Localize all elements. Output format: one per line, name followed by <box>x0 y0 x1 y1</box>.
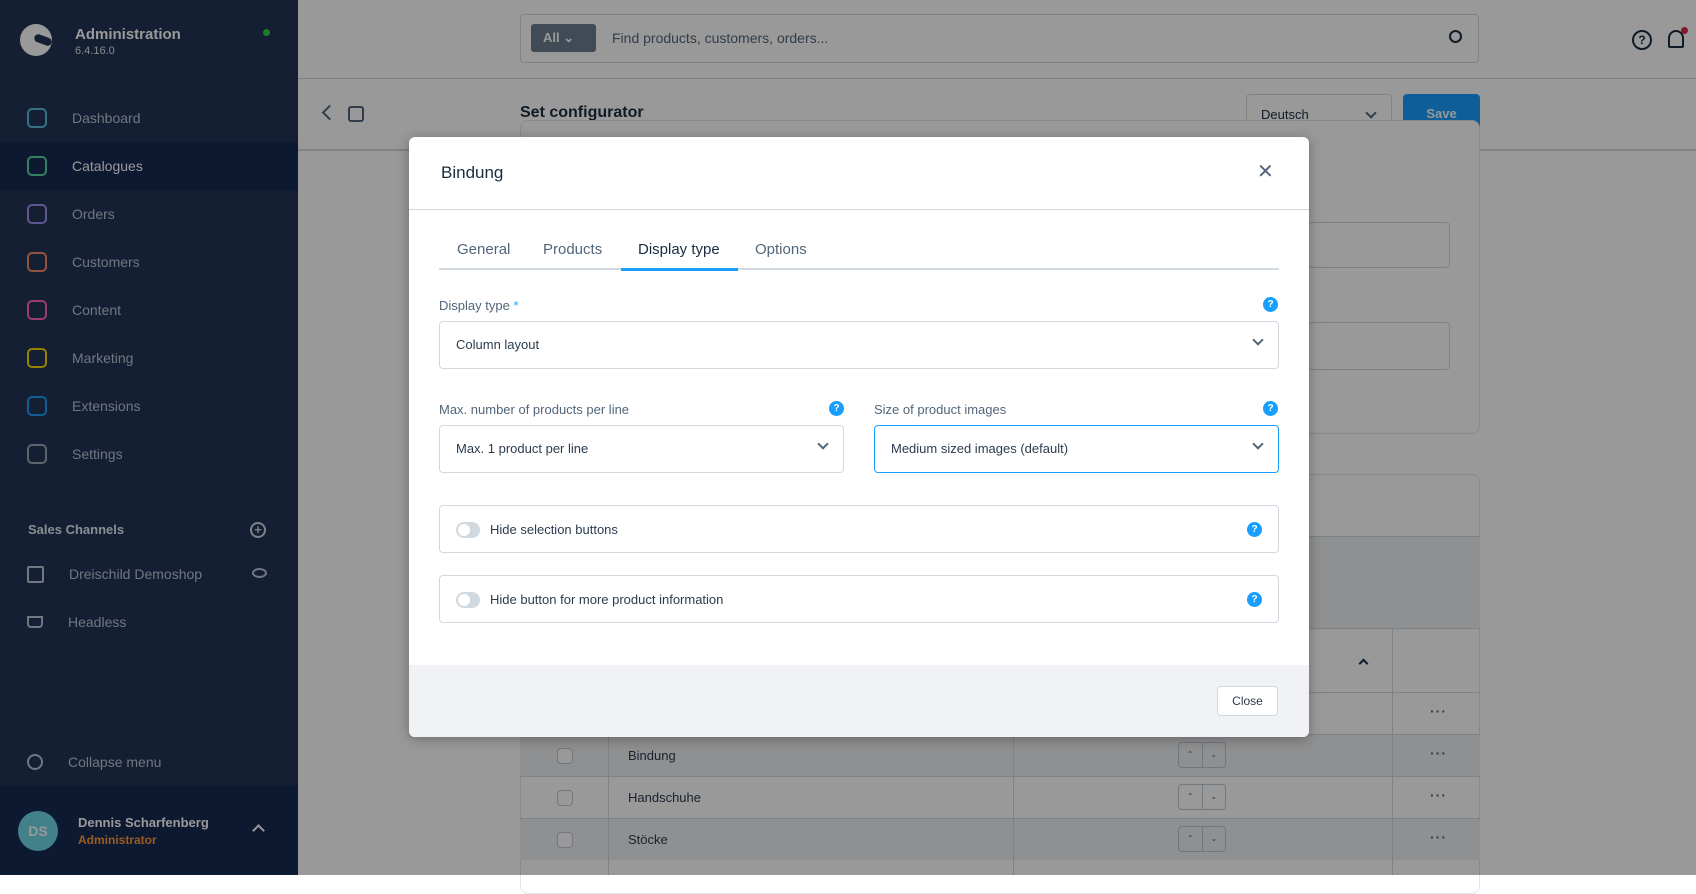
image-size-select[interactable]: Medium sized images (default) <box>874 425 1279 473</box>
help-icon[interactable]: ? <box>1263 401 1278 416</box>
hide-selection-buttons-toggle[interactable] <box>456 522 480 538</box>
hide-more-info-button-field: Hide button for more product information… <box>439 575 1279 623</box>
max-products-label: Max. number of products per line <box>439 402 630 417</box>
modal-footer <box>409 665 1309 737</box>
tab-bar <box>439 268 1279 270</box>
max-products-select[interactable]: Max. 1 product per line <box>439 425 844 473</box>
help-icon[interactable]: ? <box>1247 592 1262 607</box>
close-button[interactable]: Close <box>1217 686 1278 716</box>
help-icon[interactable]: ? <box>1247 522 1262 537</box>
help-icon[interactable]: ? <box>829 401 844 416</box>
modal-title: Bindung <box>441 163 504 182</box>
modal: Bindung ✕ General Products Display type … <box>409 137 1309 737</box>
divider <box>409 209 1309 210</box>
toggle-label: Hide button for more product information <box>490 592 724 607</box>
tab-display-type[interactable]: Display type <box>638 241 720 258</box>
tab-options[interactable]: Options <box>755 241 807 258</box>
active-tab-indicator <box>621 268 738 271</box>
toggle-label: Hide selection buttons <box>490 522 618 537</box>
tab-general[interactable]: General <box>457 241 510 258</box>
hide-more-info-toggle[interactable] <box>456 592 480 608</box>
tab-products[interactable]: Products <box>543 241 602 258</box>
help-icon[interactable]: ? <box>1263 297 1278 312</box>
close-icon[interactable]: ✕ <box>1257 159 1274 184</box>
display-type-select[interactable]: Column layout <box>439 321 1279 369</box>
hide-selection-buttons-field: Hide selection buttons? <box>439 505 1279 553</box>
image-size-label: Size of product images <box>874 402 1007 417</box>
display-type-label: Display type * <box>439 298 519 313</box>
